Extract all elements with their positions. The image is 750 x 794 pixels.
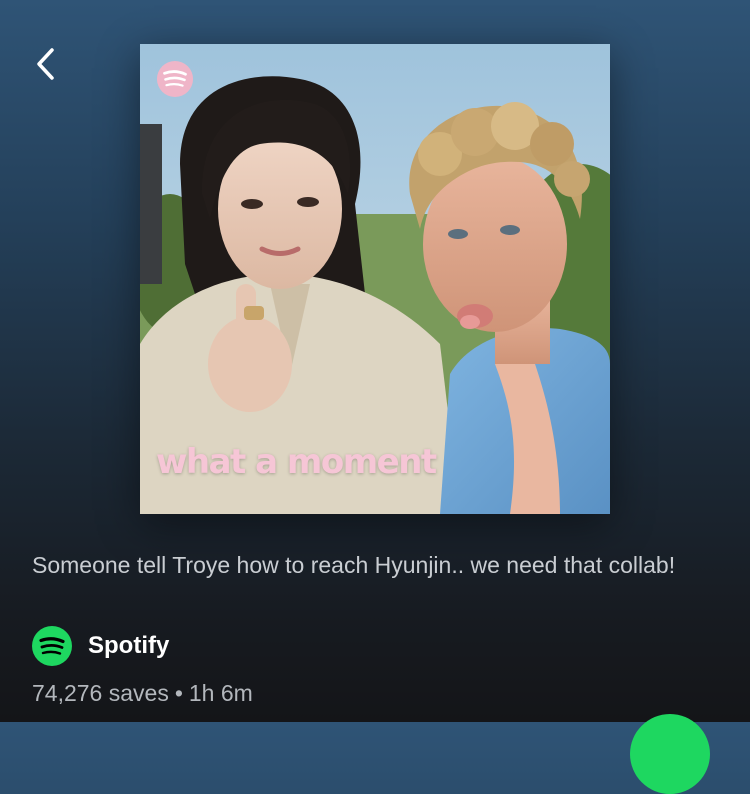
back-button[interactable] (26, 40, 66, 88)
playlist-meta: 74,276 saves • 1h 6m (32, 680, 253, 707)
playlist-description: Someone tell Troye how to reach Hyunjin.… (32, 552, 676, 578)
play-button[interactable] (630, 714, 710, 794)
spotify-logo-icon (32, 626, 72, 666)
playlist-cover: what a moment (140, 44, 610, 514)
cover-caption: what a moment (156, 442, 437, 482)
saves-count: 74,276 saves (32, 680, 169, 706)
chevron-left-icon (37, 48, 54, 80)
spotify-logo-icon (156, 60, 194, 98)
playlist-duration: 1h 6m (188, 680, 253, 706)
meta-separator: • (174, 680, 183, 706)
owner-name: Spotify (88, 632, 170, 659)
owner-link[interactable]: Spotify (32, 626, 169, 666)
